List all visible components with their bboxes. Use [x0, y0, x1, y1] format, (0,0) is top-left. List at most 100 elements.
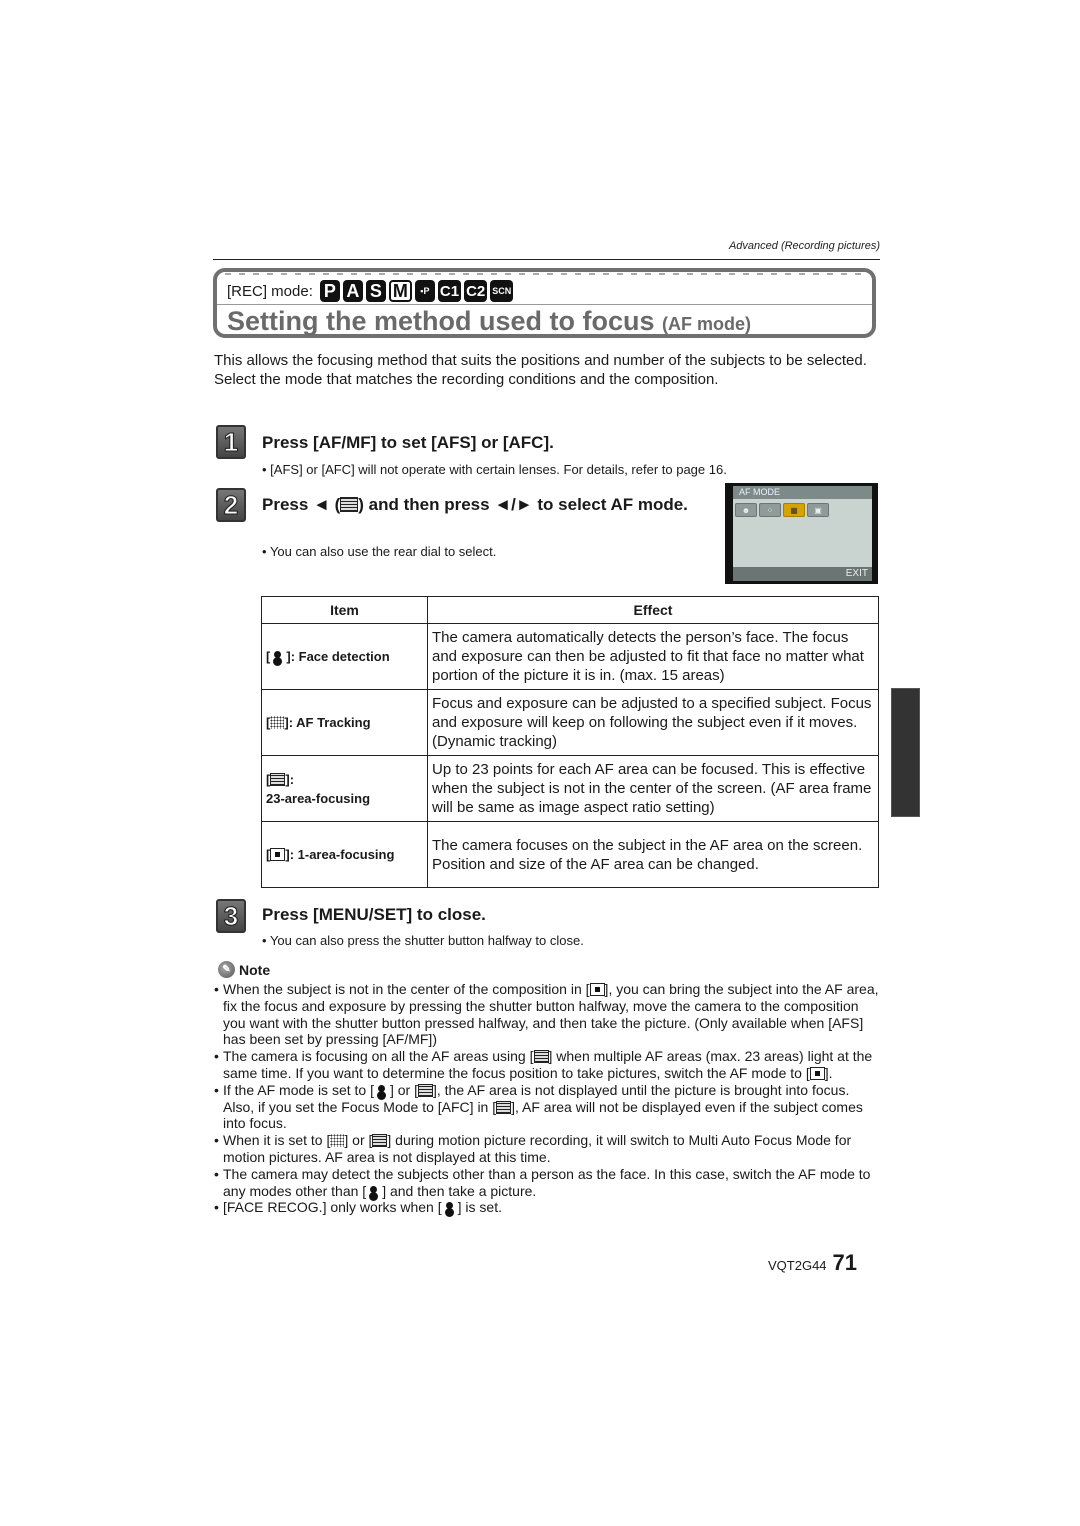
face-detection-icon: ☻ [735, 503, 757, 517]
step-2-bullet: • You can also use the rear dial to sele… [262, 544, 497, 559]
step-1-heading: Press [AF/MF] to set [AFS] or [AFC]. [262, 433, 554, 452]
table-cell-effect: The camera automatically detects the per… [427, 623, 879, 690]
page-title: Setting the method used to focus (AF mod… [227, 306, 751, 337]
step-3-number: 3 [216, 899, 246, 933]
table-header-row: Item Effect [261, 596, 879, 624]
intro-paragraph: Select the mode that matches the recordi… [214, 371, 719, 388]
table-row: []: AF Tracking Focus and exposure can b… [261, 689, 879, 756]
table-header-effect: Effect [427, 596, 879, 624]
chapter-thumb-tab [891, 688, 920, 817]
table-cell-item: []: 23-area-focusing [261, 755, 428, 822]
mode-scn-icon: SCN [490, 280, 514, 302]
table-cell-effect: Focus and exposure can be adjusted to a … [427, 689, 879, 756]
camera-screen-image: AF MODE ☻ ⁘ ▦ ▣ EXIT [725, 483, 878, 584]
note-item: When the subject is not in the center of… [214, 981, 880, 1048]
camera-screen-title: AF MODE [733, 486, 872, 499]
23-area-icon [270, 772, 286, 786]
section-label: Advanced (Recording pictures) [728, 240, 880, 252]
step-3-bullet-text: You can also press the shutter button ha… [269, 933, 584, 948]
step-3-heading: Press [MENU/SET] to close. [262, 905, 486, 924]
table-cell-effect: The camera focuses on the subject in the… [427, 821, 879, 888]
item-label: : [289, 771, 295, 787]
step-3-bullet: • You can also press the shutter button … [262, 933, 584, 948]
af-mode-table: Item Effect []: Face detection The camer… [261, 596, 879, 888]
intro-paragraph: This allows the focusing method that sui… [214, 352, 867, 369]
item-label: : 1-area-focusing [289, 847, 395, 862]
table-cell-item: []: 1-area-focusing [261, 821, 428, 888]
note-list: When the subject is not in the center of… [214, 981, 880, 1216]
note-item: The camera may detect the subjects other… [214, 1166, 880, 1200]
af-tracking-icon [330, 1134, 345, 1148]
model-code: VQT2G44 [768, 1258, 827, 1273]
face-detection-icon [270, 650, 287, 663]
intro: This allows the focusing method that sui… [214, 351, 880, 389]
note-item: If the AF mode is set to [] or [], the A… [214, 1082, 880, 1132]
mode-m-icon: M [388, 280, 412, 302]
note-text: ]. [824, 1064, 833, 1081]
1-area-icon: ▣ [807, 503, 829, 517]
step-2-heading: Press ◄ () and then press ◄/► to select … [262, 494, 702, 515]
effect-line: Position and size of the AF area can be … [432, 855, 759, 873]
step-2-heading-part2: ) and then press ◄/► to select AF mode. [358, 495, 688, 514]
mode-p-icon: P [319, 280, 340, 302]
face-detection-icon [441, 1201, 458, 1215]
step-1-bullet-text: [AFS] or [AFC] will not operate with cer… [270, 462, 727, 477]
camera-screen-exit: EXIT [733, 567, 872, 581]
note-text: [FACE RECOG.] only works when [ [223, 1199, 442, 1216]
pencil-icon: ✎ [218, 961, 235, 978]
face-detection-icon [366, 1184, 383, 1198]
note-text: ] is set. [457, 1199, 502, 1216]
note-heading: ✎ Note [218, 961, 270, 978]
note-item: The camera is focusing on all the AF are… [214, 1048, 880, 1082]
mode-s-icon: S [365, 280, 386, 302]
note-heading-label: Note [239, 961, 271, 978]
note-text: ] and then take a picture. [382, 1182, 537, 1199]
header-rule [213, 259, 880, 260]
rec-mode-line: [REC] mode: P A S M ▪P C1 C2 SCN [227, 278, 514, 304]
camera-screen-display: AF MODE ☻ ⁘ ▦ ▣ EXIT [733, 486, 872, 581]
title-box: [REC] mode: P A S M ▪P C1 C2 SCN Setting… [213, 268, 876, 338]
mode-movie-p-icon: ▪P [414, 280, 435, 302]
af-tracking-icon [270, 716, 285, 729]
table-cell-item: []: Face detection [261, 623, 428, 690]
page-title-main: Setting the method used to focus [227, 306, 655, 336]
23-area-icon [533, 1050, 549, 1064]
af-mode-icon [340, 497, 359, 512]
23-area-icon [417, 1083, 433, 1097]
face-detection-icon [373, 1083, 390, 1097]
item-label: : AF Tracking [288, 715, 371, 730]
note-item: When it is set to [] or [] during motion… [214, 1132, 880, 1166]
camera-screen-icons: ☻ ⁘ ▦ ▣ [735, 503, 829, 517]
effect-line: The camera focuses on the subject in the… [432, 836, 863, 854]
rec-mode-label: [REC] mode: [227, 282, 313, 300]
note-text: ] or [ [344, 1132, 373, 1149]
note-text: When the subject is not in the center of… [223, 981, 590, 997]
table-row: []: 23-area-focusing Up to 23 points for … [261, 755, 879, 822]
af-tracking-icon: ⁘ [759, 503, 781, 517]
23-area-icon [372, 1134, 388, 1148]
note-text: If the AF mode is set to [ [223, 1081, 374, 1098]
page-title-sub: (AF mode) [662, 314, 752, 334]
table-header-item: Item [261, 596, 428, 624]
step-2-number: 2 [216, 488, 246, 522]
title-box-dashes [225, 273, 864, 275]
note-text: When it is set to [ [223, 1132, 331, 1149]
page-footer: VQT2G44 71 [768, 1250, 857, 1276]
note-text: The camera is focusing on all the AF are… [223, 1048, 534, 1065]
note-text: The camera may detect the subjects other… [223, 1165, 871, 1199]
1-area-icon [809, 1066, 825, 1080]
mode-c1-icon: C1 [437, 280, 462, 302]
1-area-icon [270, 848, 286, 861]
table-cell-effect: Up to 23 points for each AF area can be … [427, 755, 879, 822]
step-2-bullet-text: You can also use the rear dial to select… [269, 544, 497, 559]
table-row: []: 1-area-focusing The camera focuses o… [261, 821, 879, 888]
mode-c2-icon: C2 [464, 280, 488, 302]
table-cell-item: []: AF Tracking [261, 689, 428, 756]
page-number: 71 [832, 1250, 858, 1275]
23-area-icon [496, 1100, 512, 1114]
step-1-bullet: • [AFS] or [AFC] will not operate with c… [262, 462, 727, 477]
mode-a-icon: A [342, 280, 363, 302]
step-1-number: 1 [216, 425, 246, 459]
item-label-line2: 23-area-focusing [266, 790, 371, 806]
1-area-icon [589, 983, 605, 996]
